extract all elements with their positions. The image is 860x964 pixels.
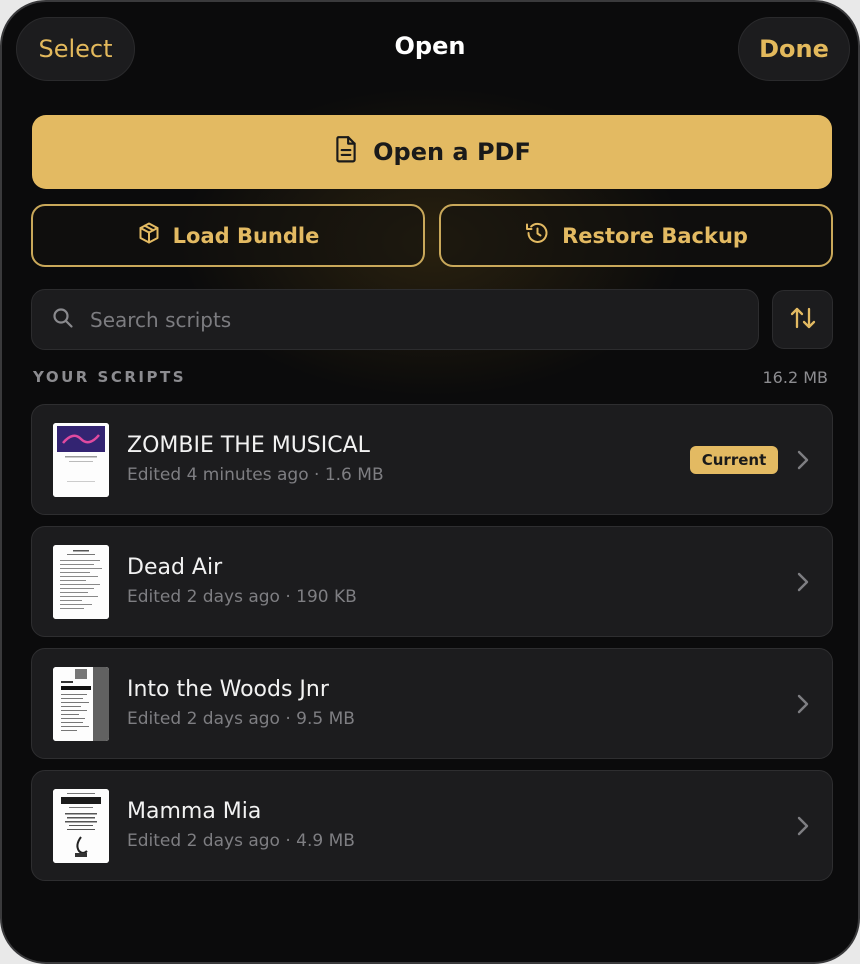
script-title: Mamma Mia xyxy=(127,799,262,824)
script-row-zombie-the-musical[interactable]: ZOMBIE THE MUSICAL Edited 4 minutes ago … xyxy=(31,404,833,515)
search-icon xyxy=(52,307,74,333)
sort-button[interactable] xyxy=(772,290,833,349)
script-title: ZOMBIE THE MUSICAL xyxy=(127,433,370,458)
script-thumbnail xyxy=(53,423,109,497)
script-title: Dead Air xyxy=(127,555,223,580)
script-thumbnail xyxy=(53,545,109,619)
chevron-right-icon xyxy=(796,693,810,719)
package-icon xyxy=(137,221,161,250)
section-label: YOUR SCRIPTS xyxy=(33,368,187,386)
script-meta: Edited 4 minutes ago · 1.6 MB xyxy=(127,465,384,485)
history-icon xyxy=(524,221,550,250)
script-thumbnail xyxy=(53,789,109,863)
open-sheet: Select Open Done Open a PDF Load Bundle xyxy=(0,0,860,964)
document-icon xyxy=(333,135,359,169)
restore-backup-button[interactable]: Restore Backup xyxy=(439,204,833,267)
script-row-into-the-woods-jnr[interactable]: Into the Woods Jnr Edited 2 days ago · 9… xyxy=(31,648,833,759)
restore-backup-label: Restore Backup xyxy=(562,223,748,248)
script-meta: Edited 2 days ago · 4.9 MB xyxy=(127,831,355,851)
load-bundle-button[interactable]: Load Bundle xyxy=(31,204,425,267)
load-bundle-label: Load Bundle xyxy=(172,223,320,248)
open-pdf-button[interactable]: Open a PDF xyxy=(32,115,832,189)
script-list: ZOMBIE THE MUSICAL Edited 4 minutes ago … xyxy=(31,404,833,892)
current-badge: Current xyxy=(690,446,778,474)
script-title: Into the Woods Jnr xyxy=(127,677,329,702)
script-meta: Edited 2 days ago · 190 KB xyxy=(127,587,357,607)
sheet-title: Open xyxy=(394,32,466,60)
script-meta: Edited 2 days ago · 9.5 MB xyxy=(127,709,355,729)
search-input[interactable] xyxy=(88,306,688,333)
script-row-dead-air[interactable]: Dead Air Edited 2 days ago · 190 KB xyxy=(31,526,833,637)
chevron-right-icon xyxy=(796,815,810,841)
open-pdf-label: Open a PDF xyxy=(373,138,531,166)
search-field[interactable] xyxy=(31,289,759,350)
done-button[interactable]: Done xyxy=(738,17,850,81)
chevron-right-icon xyxy=(796,449,810,475)
script-thumbnail xyxy=(53,667,109,741)
script-row-mamma-mia[interactable]: Mamma Mia Edited 2 days ago · 4.9 MB xyxy=(31,770,833,881)
chevron-right-icon xyxy=(796,571,810,597)
storage-total: 16.2 MB xyxy=(762,368,829,387)
sort-arrows-icon xyxy=(789,305,817,335)
